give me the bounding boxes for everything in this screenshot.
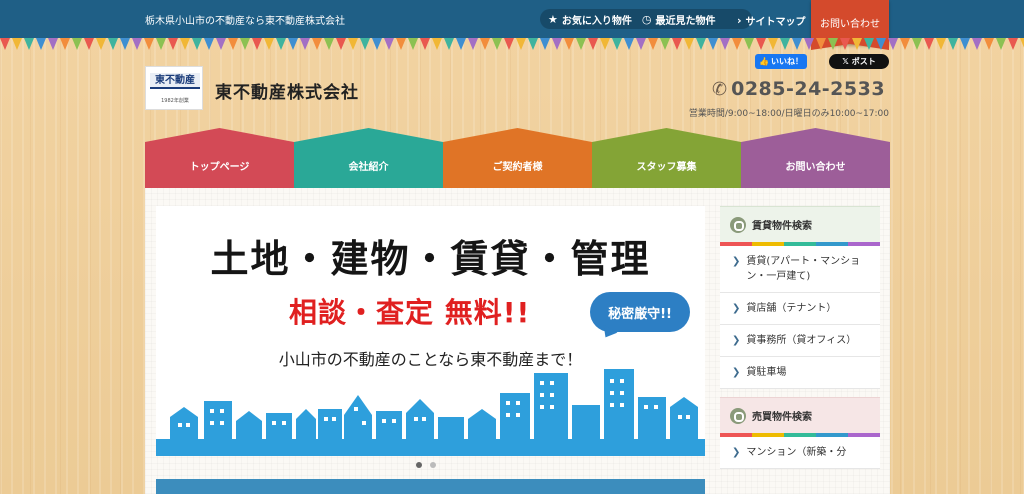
hero-subtitle: 相談・査定 無料!! [289,296,531,329]
business-hours: 営業時間/9:00~18:00/日曜日のみ10:00~17:00 [688,109,889,119]
hero-slider[interactable]: 土地・建物・賃貸・管理 相談・査定 無料!! 秘密厳守!! 小山市の不動産のこと… [156,206,705,456]
chevron-right-icon: ❯ [732,447,741,458]
nav-item-recruit[interactable]: スタッフ募集 [592,128,741,188]
hero-description: 小山市の不動産のことなら東不動産まで！ [278,350,583,369]
sidebar-item-rental-parking[interactable]: ❯ 貸駐車場 [720,357,880,389]
company-name: 東不動産株式会社 [215,83,359,103]
nav-item-contractors[interactable]: ご契約者様 [443,128,592,188]
secondary-banner[interactable] [156,479,705,494]
facebook-like-button[interactable]: 👍 いいね！ [755,54,807,69]
slider-dot-2[interactable] [430,462,436,468]
company-logo[interactable]: 東不動産 1982年創業 [145,66,203,110]
site-tagline: 栃木県小山市の不動産なら東不動産株式会社 [145,16,345,27]
sidebar-item-rental-shop[interactable]: ❯ 貸店舗（テナント） [720,293,880,325]
chevron-right-icon: ❯ [732,367,741,378]
chevron-right-icon: ❯ [732,256,741,267]
search-icon [730,216,746,233]
sitemap-link[interactable]: › サイトマップ [737,13,806,28]
sidebar-item-sale-mansion[interactable]: ❯ マンション（新築・分 [720,437,880,469]
history-icon: ◷ [641,12,652,26]
search-icon [730,407,746,424]
nav-item-top[interactable]: トップページ [145,128,294,188]
main-nav: トップページ 会社紹介 ご契約者様 スタッフ募集 お問い合わせ [145,128,890,188]
sidebar: 賃貸物件検索 ❯ 賃貸(アパート・マンション・一戸建て) ❯ 貸店舗（テナント）… [720,206,880,469]
sale-list: ❯ マンション（新築・分 [720,437,880,469]
bunting-decoration [0,38,1024,50]
nav-item-company[interactable]: 会社紹介 [294,128,443,188]
confidential-bubble: 秘密厳守!! [590,292,690,332]
rental-list: ❯ 賃貸(アパート・マンション・一戸建て) ❯ 貸店舗（テナント） ❯ 貸事務所… [720,246,880,389]
sale-search-heading: 売買物件検索 [720,397,880,433]
favorites-link[interactable]: ★ お気に入り物件 [548,12,632,27]
sidebar-item-rental-office[interactable]: ❯ 貸事務所（貸オフィス） [720,325,880,357]
x-post-button[interactable]: 𝕏 ポスト [829,54,889,69]
hero-title: 土地・建物・賃貸・管理 [210,237,651,281]
city-skyline-illustration [156,369,705,456]
x-logo-icon: 𝕏 [842,57,849,66]
thumbs-up-icon: 👍 [759,57,769,66]
sidebar-item-rental-residential[interactable]: ❯ 賃貸(アパート・マンション・一戸建て) [720,246,880,293]
recent-link[interactable]: ◷ 最近見た物件 [642,12,716,27]
rental-search-heading: 賃貸物件検索 [720,206,880,242]
chevron-right-icon: ❯ [732,335,741,346]
chevron-right-icon: › [737,14,742,27]
quick-links: ★ お気に入り物件 ◷ 最近見た物件 [540,9,752,29]
slider-pagination [416,462,436,468]
phone-number[interactable]: ✆ 0285-24-2533 [712,78,885,100]
nav-item-contact[interactable]: お問い合わせ [741,128,890,188]
slider-dot-1[interactable] [416,462,422,468]
chevron-right-icon: ❯ [732,303,741,314]
phone-icon: ✆ [712,78,728,100]
star-icon: ★ [548,12,558,26]
